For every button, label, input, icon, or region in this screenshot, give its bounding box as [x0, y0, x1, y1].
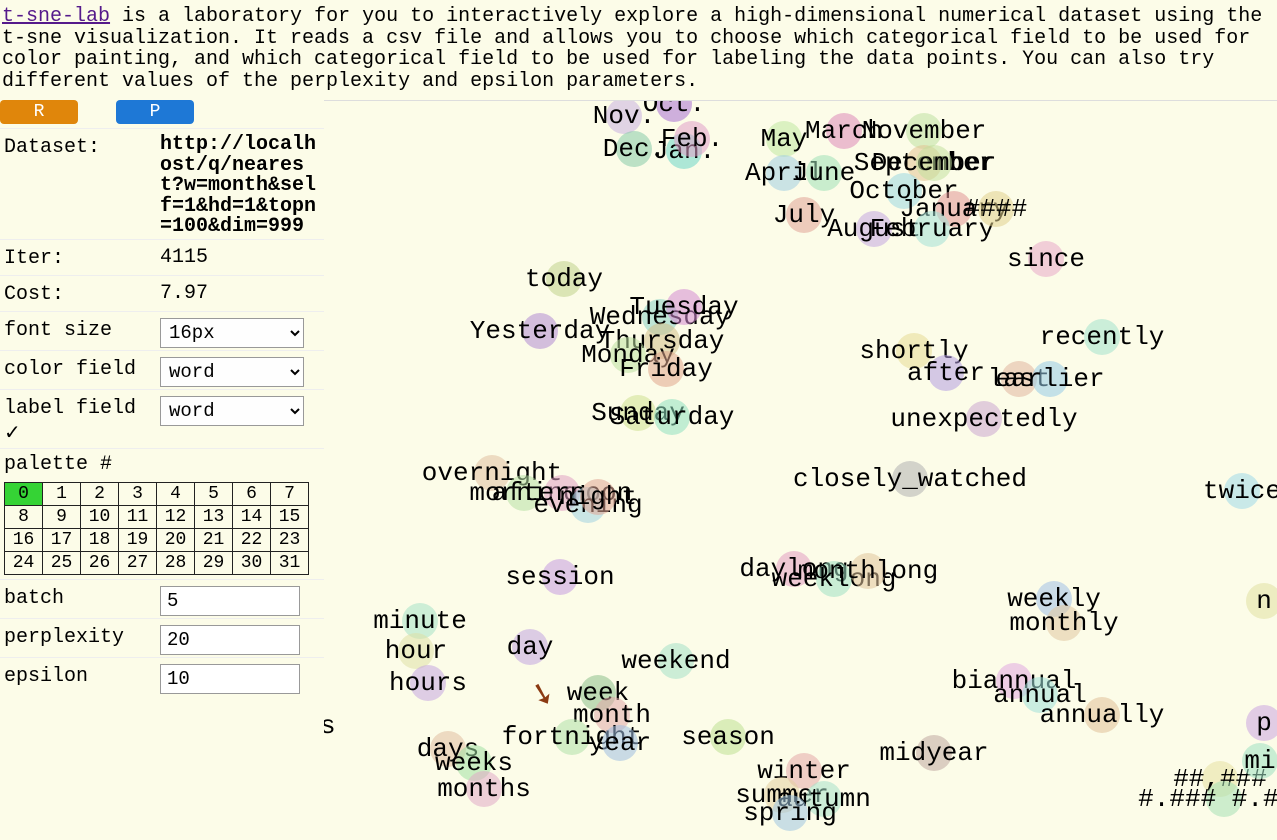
data-point-label: #.### #.###	[1138, 784, 1277, 814]
tsne-lab-link[interactable]: t-sne-lab	[2, 5, 110, 28]
batch-input[interactable]	[160, 586, 300, 616]
palette-cell[interactable]: 0	[5, 483, 43, 506]
palette-cell[interactable]: 20	[157, 529, 195, 552]
palette-cell[interactable]: 30	[233, 552, 271, 575]
data-point-label: Saturday	[610, 402, 735, 432]
palette-cell[interactable]: 17	[43, 529, 81, 552]
pause-button[interactable]: P	[116, 100, 194, 124]
data-point-label: p	[1256, 708, 1272, 738]
data-point-label: night	[559, 482, 637, 512]
palette-cell[interactable]: 7	[271, 483, 309, 506]
data-point-label: December	[872, 148, 997, 178]
fontsize-select[interactable]: 16px	[160, 318, 304, 348]
data-point-label: day	[507, 632, 554, 662]
intro-body: is a laboratory for you to interactively…	[2, 5, 1262, 93]
palette-cell[interactable]: 28	[157, 552, 195, 575]
palette-cell[interactable]: 12	[157, 506, 195, 529]
data-point-label: monthlong	[798, 556, 938, 586]
data-point-label: year	[589, 728, 651, 758]
fontsize-label: font size	[4, 314, 160, 342]
palette-cell[interactable]: 5	[195, 483, 233, 506]
arrow-icon: ➘	[525, 674, 559, 716]
data-point-label: minute	[373, 606, 467, 636]
data-point-label: hour	[385, 636, 447, 666]
palette-cell[interactable]: 31	[271, 552, 309, 575]
palette-cell[interactable]: 22	[233, 529, 271, 552]
data-point-label: recently	[1040, 322, 1165, 352]
palette-cell[interactable]: 3	[119, 483, 157, 506]
data-point-label: July	[773, 200, 835, 230]
colorfield-label: color field	[4, 353, 160, 381]
iter-value: 4115	[160, 242, 320, 269]
data-point-label: May	[761, 124, 808, 154]
palette-cell[interactable]: 6	[233, 483, 271, 506]
data-point-label: June	[793, 158, 855, 188]
data-point-label: hours	[389, 668, 467, 698]
epsilon-input[interactable]	[160, 664, 300, 694]
palette-cell[interactable]: 26	[81, 552, 119, 575]
palette-cell[interactable]: 25	[43, 552, 81, 575]
data-point-label: Oct.	[643, 100, 705, 119]
data-point-label: weekend	[621, 646, 730, 676]
palette-cell[interactable]: 21	[195, 529, 233, 552]
stray-letter: s	[324, 711, 336, 741]
palette-cell[interactable]: 24	[5, 552, 43, 575]
palette-label: palette #	[0, 448, 324, 480]
data-point-label: unexpectedly	[890, 404, 1077, 434]
data-point-label: spring	[743, 798, 837, 828]
data-point-label: closely_watched	[793, 464, 1027, 494]
data-point-label: n	[1256, 586, 1272, 616]
data-point-label: Feb.	[661, 124, 723, 154]
data-point-label: session	[505, 562, 614, 592]
palette-cell[interactable]: 19	[119, 529, 157, 552]
data-point-label: midyear	[879, 738, 988, 768]
palette-cell[interactable]: 10	[81, 506, 119, 529]
palette-cell[interactable]: 1	[43, 483, 81, 506]
palette-table: 0123456789101112131415161718192021222324…	[4, 482, 309, 575]
palette-cell[interactable]: 15	[271, 506, 309, 529]
labelfield-label: label field ✓	[4, 392, 160, 446]
palette-cell[interactable]: 27	[119, 552, 157, 575]
data-point-label: season	[681, 722, 775, 752]
iter-label: Iter:	[4, 242, 160, 270]
dataset-label: Dataset:	[4, 131, 160, 159]
perplexity-label: perplexity	[4, 621, 160, 649]
colorfield-select[interactable]: word	[160, 357, 304, 387]
data-point-label: today	[525, 264, 603, 294]
labelfield-select[interactable]: word	[160, 396, 304, 426]
data-point-label: ####	[965, 194, 1027, 224]
restart-button[interactable]: R	[0, 100, 78, 124]
intro-text: t-sne-lab is a laboratory for you to int…	[0, 0, 1277, 100]
data-point-label: Friday	[619, 354, 713, 384]
palette-cell[interactable]: 16	[5, 529, 43, 552]
palette-cell[interactable]: 2	[81, 483, 119, 506]
data-point-label: Tuesday	[629, 292, 738, 322]
palette-cell[interactable]: 13	[195, 506, 233, 529]
palette-cell[interactable]: 8	[5, 506, 43, 529]
palette-cell[interactable]: 18	[81, 529, 119, 552]
batch-label: batch	[4, 582, 160, 610]
data-point-label: mi	[1244, 746, 1275, 776]
tsne-plot[interactable]: s ➘ Nov.Oct.Dec.Jan.Feb.MayAprilJulyJune…	[324, 100, 1277, 840]
palette-cell[interactable]: 14	[233, 506, 271, 529]
palette-cell[interactable]: 29	[195, 552, 233, 575]
data-point-label: November	[862, 116, 987, 146]
dataset-value: http://localhost/q/nearest?w=month&self=…	[160, 131, 320, 237]
epsilon-label: epsilon	[4, 660, 160, 688]
data-point-label: months	[437, 774, 531, 804]
sidebar: R P Dataset: http://localhost/q/nearest?…	[0, 100, 324, 840]
cost-value: 7.97	[160, 278, 320, 305]
data-point-label: after	[907, 358, 985, 388]
palette-cell[interactable]: 4	[157, 483, 195, 506]
palette-cell[interactable]: 23	[271, 529, 309, 552]
data-point-label: earlier	[995, 364, 1104, 394]
palette-cell[interactable]: 11	[119, 506, 157, 529]
perplexity-input[interactable]	[160, 625, 300, 655]
data-point-label: twice	[1203, 476, 1277, 506]
cost-label: Cost:	[4, 278, 160, 306]
data-point-label: monthly	[1009, 608, 1118, 638]
data-point-label: annually	[1040, 700, 1165, 730]
palette-cell[interactable]: 9	[43, 506, 81, 529]
data-point-label: since	[1007, 244, 1085, 274]
